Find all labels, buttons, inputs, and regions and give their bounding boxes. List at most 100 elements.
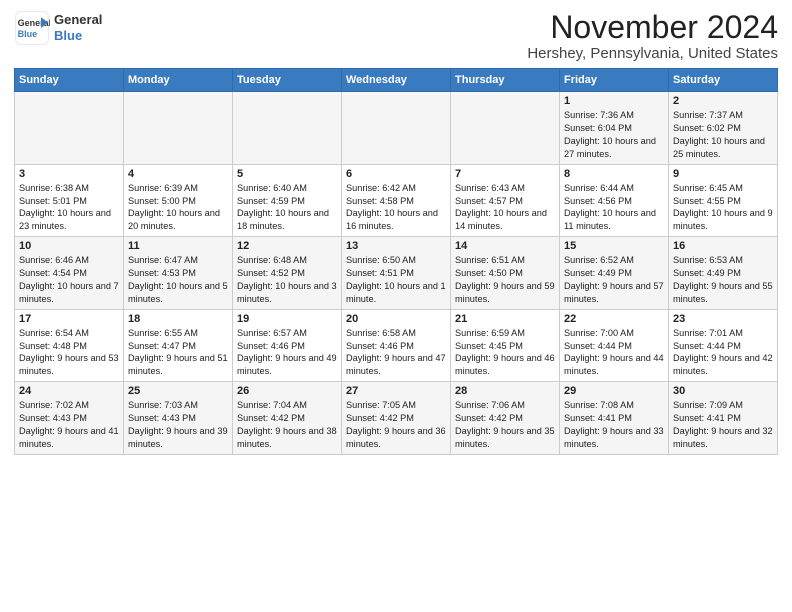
day-info: Sunrise: 6:45 AMSunset: 4:55 PMDaylight:…	[673, 182, 773, 234]
day-number: 11	[128, 240, 228, 252]
day-info: Sunrise: 6:50 AMSunset: 4:51 PMDaylight:…	[346, 254, 446, 306]
weekday-header: Wednesday	[342, 69, 451, 92]
day-number: 30	[673, 385, 773, 397]
day-number: 13	[346, 240, 446, 252]
title-area: November 2024 Hershey, Pennsylvania, Uni…	[527, 10, 778, 62]
day-info: Sunrise: 6:38 AMSunset: 5:01 PMDaylight:…	[19, 182, 119, 234]
day-info: Sunrise: 6:59 AMSunset: 4:45 PMDaylight:…	[455, 327, 555, 379]
day-number: 12	[237, 240, 337, 252]
day-info: Sunrise: 7:06 AMSunset: 4:42 PMDaylight:…	[455, 399, 555, 451]
day-number: 19	[237, 313, 337, 325]
day-number: 21	[455, 313, 555, 325]
day-number: 7	[455, 168, 555, 180]
svg-text:Blue: Blue	[18, 29, 38, 39]
day-info: Sunrise: 7:08 AMSunset: 4:41 PMDaylight:…	[564, 399, 664, 451]
calendar-cell: 16 Sunrise: 6:53 AMSunset: 4:49 PMDayligh…	[669, 237, 778, 310]
day-info: Sunrise: 6:54 AMSunset: 4:48 PMDaylight:…	[19, 327, 119, 379]
day-info: Sunrise: 7:37 AMSunset: 6:02 PMDaylight:…	[673, 109, 773, 161]
calendar-cell: 25 Sunrise: 7:03 AMSunset: 4:43 PMDayligh…	[124, 382, 233, 455]
calendar-cell	[451, 92, 560, 165]
calendar-cell: 24 Sunrise: 7:02 AMSunset: 4:43 PMDayligh…	[15, 382, 124, 455]
calendar-cell: 30Sunrise: 7:09 AMSunset: 4:41 PMDayligh…	[669, 382, 778, 455]
day-number: 15	[564, 240, 664, 252]
day-number: 1	[564, 95, 664, 107]
page: General Blue General Blue November 2024 …	[0, 0, 792, 463]
day-number: 24	[19, 385, 119, 397]
day-info: Sunrise: 6:51 AMSunset: 4:50 PMDaylight:…	[455, 254, 555, 306]
calendar-cell: 14 Sunrise: 6:51 AMSunset: 4:50 PMDayligh…	[451, 237, 560, 310]
calendar-cell: 9 Sunrise: 6:45 AMSunset: 4:55 PMDaylight…	[669, 164, 778, 237]
day-info: Sunrise: 6:53 AMSunset: 4:49 PMDaylight:…	[673, 254, 773, 306]
day-number: 14	[455, 240, 555, 252]
calendar-cell: 12 Sunrise: 6:48 AMSunset: 4:52 PMDayligh…	[233, 237, 342, 310]
weekday-header: Tuesday	[233, 69, 342, 92]
calendar-cell: 19 Sunrise: 6:57 AMSunset: 4:46 PMDayligh…	[233, 309, 342, 382]
calendar-cell: 28 Sunrise: 7:06 AMSunset: 4:42 PMDayligh…	[451, 382, 560, 455]
calendar-table: SundayMondayTuesdayWednesdayThursdayFrid…	[14, 68, 778, 455]
calendar-cell: 3 Sunrise: 6:38 AMSunset: 5:01 PMDaylight…	[15, 164, 124, 237]
day-info: Sunrise: 7:05 AMSunset: 4:42 PMDaylight:…	[346, 399, 446, 451]
calendar-cell	[233, 92, 342, 165]
calendar-header: SundayMondayTuesdayWednesdayThursdayFrid…	[15, 69, 778, 92]
day-info: Sunrise: 7:01 AMSunset: 4:44 PMDaylight:…	[673, 327, 773, 379]
day-info: Sunrise: 7:03 AMSunset: 4:43 PMDaylight:…	[128, 399, 228, 451]
day-number: 26	[237, 385, 337, 397]
day-info: Sunrise: 6:46 AMSunset: 4:54 PMDaylight:…	[19, 254, 119, 306]
day-info: Sunrise: 6:47 AMSunset: 4:53 PMDaylight:…	[128, 254, 228, 306]
day-number: 20	[346, 313, 446, 325]
calendar-cell: 29Sunrise: 7:08 AMSunset: 4:41 PMDayligh…	[560, 382, 669, 455]
logo-text: General Blue	[54, 12, 102, 43]
day-number: 4	[128, 168, 228, 180]
day-number: 3	[19, 168, 119, 180]
calendar-cell: 17 Sunrise: 6:54 AMSunset: 4:48 PMDayligh…	[15, 309, 124, 382]
calendar-cell	[342, 92, 451, 165]
day-info: Sunrise: 6:43 AMSunset: 4:57 PMDaylight:…	[455, 182, 555, 234]
calendar-cell: 26Sunrise: 7:04 AMSunset: 4:42 PMDayligh…	[233, 382, 342, 455]
day-info: Sunrise: 6:55 AMSunset: 4:47 PMDaylight:…	[128, 327, 228, 379]
day-info: Sunrise: 7:02 AMSunset: 4:43 PMDaylight:…	[19, 399, 119, 451]
calendar-body: 1 Sunrise: 7:36 AMSunset: 6:04 PMDaylight…	[15, 92, 778, 455]
day-number: 16	[673, 240, 773, 252]
day-info: Sunrise: 6:57 AMSunset: 4:46 PMDaylight:…	[237, 327, 337, 379]
logo-icon: General Blue	[14, 10, 50, 46]
day-number: 22	[564, 313, 664, 325]
logo-line2: Blue	[54, 28, 82, 43]
calendar-cell: 23Sunrise: 7:01 AMSunset: 4:44 PMDayligh…	[669, 309, 778, 382]
day-number: 2	[673, 95, 773, 107]
calendar-week: 10 Sunrise: 6:46 AMSunset: 4:54 PMDayligh…	[15, 237, 778, 310]
day-number: 28	[455, 385, 555, 397]
weekday-header: Monday	[124, 69, 233, 92]
calendar-cell: 10 Sunrise: 6:46 AMSunset: 4:54 PMDayligh…	[15, 237, 124, 310]
day-info: Sunrise: 6:40 AMSunset: 4:59 PMDaylight:…	[237, 182, 337, 234]
day-number: 8	[564, 168, 664, 180]
day-number: 6	[346, 168, 446, 180]
day-number: 9	[673, 168, 773, 180]
day-info: Sunrise: 6:58 AMSunset: 4:46 PMDaylight:…	[346, 327, 446, 379]
day-info: Sunrise: 6:52 AMSunset: 4:49 PMDaylight:…	[564, 254, 664, 306]
day-info: Sunrise: 7:36 AMSunset: 6:04 PMDaylight:…	[564, 109, 664, 161]
location: Hershey, Pennsylvania, United States	[527, 45, 778, 62]
day-info: Sunrise: 6:48 AMSunset: 4:52 PMDaylight:…	[237, 254, 337, 306]
calendar-cell: 13 Sunrise: 6:50 AMSunset: 4:51 PMDayligh…	[342, 237, 451, 310]
calendar-cell: 11 Sunrise: 6:47 AMSunset: 4:53 PMDayligh…	[124, 237, 233, 310]
calendar-cell: 1 Sunrise: 7:36 AMSunset: 6:04 PMDaylight…	[560, 92, 669, 165]
calendar-cell: 15 Sunrise: 6:52 AMSunset: 4:49 PMDayligh…	[560, 237, 669, 310]
weekday-header: Friday	[560, 69, 669, 92]
day-number: 17	[19, 313, 119, 325]
calendar-week: 3 Sunrise: 6:38 AMSunset: 5:01 PMDaylight…	[15, 164, 778, 237]
day-info: Sunrise: 7:00 AMSunset: 4:44 PMDaylight:…	[564, 327, 664, 379]
calendar-cell: 20 Sunrise: 6:58 AMSunset: 4:46 PMDayligh…	[342, 309, 451, 382]
calendar-week: 24 Sunrise: 7:02 AMSunset: 4:43 PMDayligh…	[15, 382, 778, 455]
logo: General Blue General Blue	[14, 10, 102, 46]
calendar-cell: 27 Sunrise: 7:05 AMSunset: 4:42 PMDayligh…	[342, 382, 451, 455]
calendar-cell: 7 Sunrise: 6:43 AMSunset: 4:57 PMDaylight…	[451, 164, 560, 237]
day-info: Sunrise: 6:44 AMSunset: 4:56 PMDaylight:…	[564, 182, 664, 234]
calendar-week: 1 Sunrise: 7:36 AMSunset: 6:04 PMDaylight…	[15, 92, 778, 165]
header: General Blue General Blue November 2024 …	[14, 10, 778, 62]
day-number: 25	[128, 385, 228, 397]
day-number: 27	[346, 385, 446, 397]
weekday-header: Sunday	[15, 69, 124, 92]
calendar-cell: 8 Sunrise: 6:44 AMSunset: 4:56 PMDaylight…	[560, 164, 669, 237]
calendar-cell: 21 Sunrise: 6:59 AMSunset: 4:45 PMDayligh…	[451, 309, 560, 382]
day-number: 10	[19, 240, 119, 252]
